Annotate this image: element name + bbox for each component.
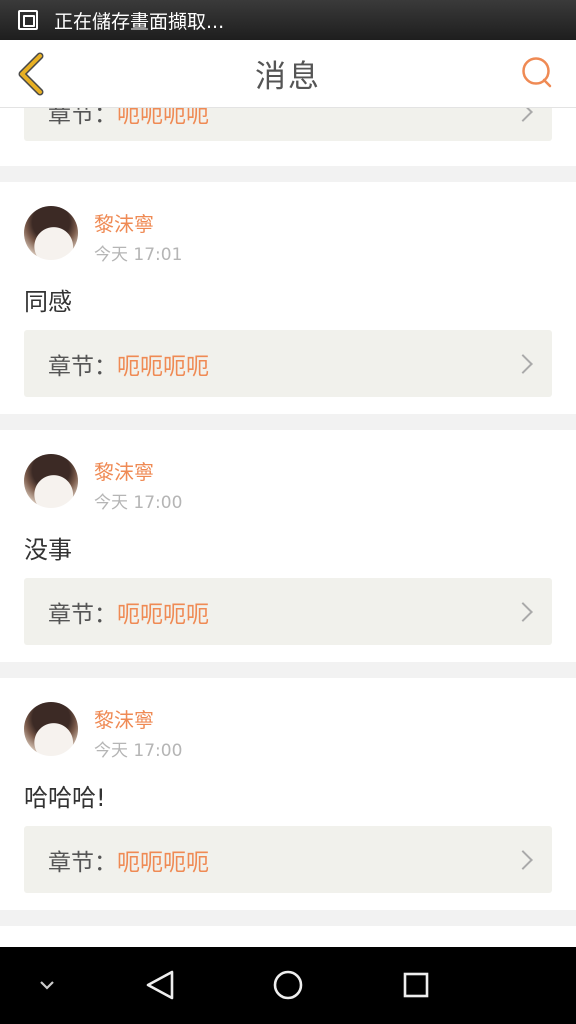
status-bar: 正在儲存畫面擷取... [0,0,576,40]
back-button[interactable] [14,52,50,96]
list-item: 黎沫寧 今天 17:01 同感 章节： 呃呃呃呃 [0,182,576,414]
chapter-value: 呃呃呃呃 [117,108,209,128]
chevron-right-icon [513,353,533,374]
chapter-link[interactable]: 章节： 呃呃呃呃 [24,108,552,141]
chapter-link[interactable]: 章节： 呃呃呃呃 [24,826,552,893]
avatar[interactable] [24,454,78,508]
nav-back-button[interactable] [142,967,178,1003]
chapter-label: 章节： [48,849,117,876]
chevron-down-icon [40,981,54,990]
chapter-value: 呃呃呃呃 [117,601,209,628]
triangle-back-icon [146,970,174,1000]
search-button[interactable] [520,56,554,90]
chapter-link[interactable]: 章节： 呃呃呃呃 [24,330,552,397]
chapter-label: 章节： [48,353,117,380]
list-item: 黎沫寧 今天 17:00 没事 章节： 呃呃呃呃 [0,430,576,662]
username[interactable]: 黎沫寧 [94,208,154,237]
username[interactable]: 黎沫寧 [94,704,154,733]
header-bar: 消息 [0,40,576,108]
chevron-right-icon [513,601,533,622]
nav-home-button[interactable] [270,967,306,1003]
chevron-right-icon [513,849,533,870]
chapter-link[interactable]: 章节： 呃呃呃呃 [24,578,552,645]
status-text: 正在儲存畫面擷取... [54,10,225,33]
chapter-value: 呃呃呃呃 [117,353,209,380]
chevron-right-icon [513,108,533,122]
chapter-label: 章节： [48,601,117,628]
message-text: 没事 [24,536,72,564]
username[interactable]: 黎沫寧 [94,456,154,485]
chapter-label: 章节： [48,108,117,128]
avatar[interactable] [24,206,78,260]
page-title: 消息 [255,59,321,95]
nav-recent-button[interactable] [398,967,434,1003]
timestamp: 今天 17:01 [94,245,183,265]
circle-home-icon [273,970,303,1000]
timestamp: 今天 17:00 [94,493,183,513]
chapter-value: 呃呃呃呃 [117,849,209,876]
message-text: 同感 [24,288,72,316]
nav-down-button[interactable] [34,975,60,995]
message-text: 哈哈哈! [24,784,106,812]
list-item [0,926,576,947]
list-item: 章节： 呃呃呃呃 [0,108,576,166]
square-recent-icon [403,972,429,998]
search-icon [522,57,552,88]
screenshot-icon [18,10,38,30]
avatar[interactable] [24,702,78,756]
system-nav-bar [0,947,576,1024]
chevron-left-icon [18,52,44,96]
message-list[interactable]: 章节： 呃呃呃呃 黎沫寧 今天 17:01 同感 章节： 呃呃呃呃 黎沫寧 今天… [0,108,576,947]
list-item: 黎沫寧 今天 17:00 哈哈哈! 章节： 呃呃呃呃 [0,678,576,910]
timestamp: 今天 17:00 [94,741,183,761]
